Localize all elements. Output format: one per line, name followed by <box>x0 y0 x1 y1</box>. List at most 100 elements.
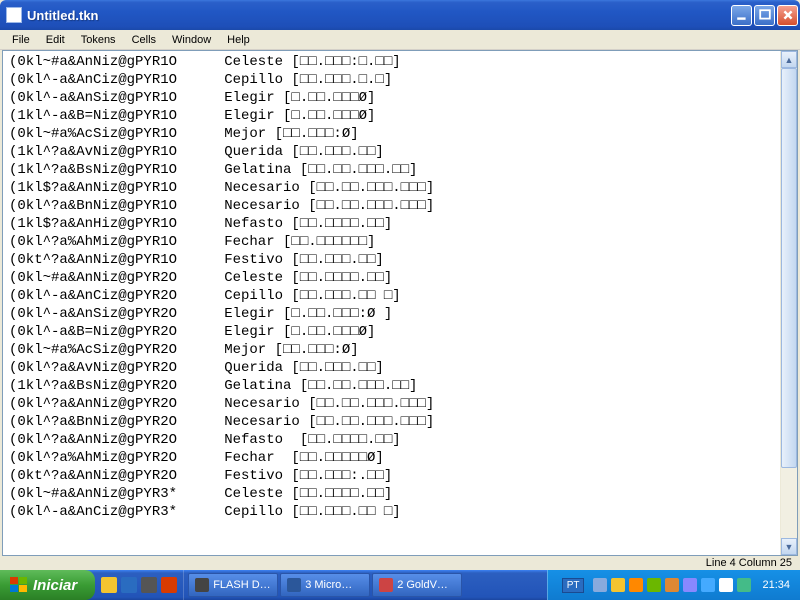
token-value: Necesario [□□.□□.□□□.□□□] <box>199 197 434 215</box>
text-line: (0kl^?a%AhMiz@gPYR1O Fechar [□□.□□□□□□] <box>9 233 774 251</box>
taskbar-item[interactable]: 2 GoldV… <box>372 573 462 597</box>
taskbar-item[interactable]: 3 Micro… <box>280 573 370 597</box>
windows-logo-icon <box>10 577 28 593</box>
text-line: (0kl^-a&AnCiz@gPYR2O Cepillo [□□.□□□.□□ … <box>9 287 774 305</box>
token-code: (1kl^?a&BsNiz@gPYR2O <box>9 377 199 395</box>
task-label: FLASH D… <box>213 579 270 591</box>
text-line: (0kl^-a&AnSiz@gPYR2O Elegir [□.□□.□□□:Ø … <box>9 305 774 323</box>
token-code: (0kt^?a&AnNiz@gPYR2O <box>9 467 199 485</box>
menu-help[interactable]: Help <box>219 32 258 48</box>
tray-icon[interactable] <box>647 578 661 592</box>
quick-launch-icon[interactable] <box>101 577 117 593</box>
text-line: (1kl$?a&AnHiz@gPYR1O Nefasto [□□.□□□□.□□… <box>9 215 774 233</box>
minimize-button[interactable] <box>731 5 752 26</box>
token-value: Necesario [□□.□□.□□□.□□□] <box>199 179 434 197</box>
clock: 21:34 <box>762 579 790 591</box>
text-line: (0kl~#a&AnNiz@gPYR2O Celeste [□□.□□□□.□□… <box>9 269 774 287</box>
token-code: (0kl^?a&AnNiz@gPYR2O <box>9 431 199 449</box>
token-code: (0kl~#a%AcSiz@gPYR2O <box>9 341 199 359</box>
task-app-icon <box>287 578 301 592</box>
maximize-button[interactable] <box>754 5 775 26</box>
text-line: (0kt^?a&AnNiz@gPYR2O Festivo [□□.□□□:.□□… <box>9 467 774 485</box>
token-code: (0kl~#a&AnNiz@gPYR1O <box>9 53 199 71</box>
task-app-icon <box>195 578 209 592</box>
text-line: (0kl~#a&AnNiz@gPYR3* Celeste [□□.□□□□.□□… <box>9 485 774 503</box>
text-line: (0kl^?a&BnNiz@gPYR1O Necesario [□□.□□.□□… <box>9 197 774 215</box>
text-line: (0kl^?a&BnNiz@gPYR2O Necesario [□□.□□.□□… <box>9 413 774 431</box>
text-line: (0kl~#a%AcSiz@gPYR2O Mejor [□□.□□□:Ø] <box>9 341 774 359</box>
quick-launch-icon[interactable] <box>161 577 177 593</box>
task-label: 2 GoldV… <box>397 579 448 591</box>
close-button[interactable] <box>777 5 798 26</box>
text-line: (1kl$?a&AnNiz@gPYR1O Necesario [□□.□□.□□… <box>9 179 774 197</box>
language-indicator[interactable]: PT <box>562 578 585 593</box>
menu-file[interactable]: File <box>4 32 38 48</box>
tray-icon[interactable] <box>665 578 679 592</box>
text-line: (0kt^?a&AnNiz@gPYR1O Festivo [□□.□□□.□□] <box>9 251 774 269</box>
token-value: Celeste [□□.□□□□.□□] <box>199 485 392 503</box>
tray-icon[interactable] <box>719 578 733 592</box>
quick-launch-icon[interactable] <box>141 577 157 593</box>
scroll-down-button[interactable]: ▼ <box>781 538 797 555</box>
tray-icon[interactable] <box>593 578 607 592</box>
scroll-thumb[interactable] <box>781 68 797 468</box>
tray-icon[interactable] <box>611 578 625 592</box>
token-value: Gelatina [□□.□□.□□□.□□] <box>199 377 417 395</box>
token-code: (0kl^?a&AvNiz@gPYR2O <box>9 359 199 377</box>
token-value: Cepillo [□□.□□□.□□ □] <box>199 287 401 305</box>
text-line: (0kl^-a&AnSiz@gPYR1O Elegir [□.□□.□□□Ø] <box>9 89 774 107</box>
text-line: (0kl^?a&AnNiz@gPYR2O Nefasto [□□.□□□□.□□… <box>9 431 774 449</box>
text-line: (0kl^?a%AhMiz@gPYR2O Fechar [□□.□□□□□Ø] <box>9 449 774 467</box>
task-label: 3 Micro… <box>305 579 352 591</box>
token-value: Querida [□□.□□□.□□] <box>199 359 384 377</box>
statusbar: Line 4 Column 25 <box>2 556 798 570</box>
menu-cells[interactable]: Cells <box>124 32 164 48</box>
token-code: (0kl^-a&B=Niz@gPYR2O <box>9 323 199 341</box>
tray-icon[interactable] <box>737 578 751 592</box>
token-value: Necesario [□□.□□.□□□.□□□] <box>199 413 434 431</box>
tray-icon[interactable] <box>701 578 715 592</box>
scroll-track[interactable] <box>781 68 797 538</box>
token-code: (1kl$?a&AnNiz@gPYR1O <box>9 179 199 197</box>
token-value: Celeste [□□.□□□□.□□] <box>199 269 392 287</box>
start-button[interactable]: Iniciar <box>0 570 95 600</box>
taskbar: Iniciar FLASH D… 3 Micro… 2 GoldV… PT 21:3… <box>0 570 800 600</box>
window-controls <box>731 5 798 26</box>
token-code: (0kl^?a&BnNiz@gPYR2O <box>9 413 199 431</box>
token-code: (1kl^?a&BsNiz@gPYR1O <box>9 161 199 179</box>
token-value: Celeste [□□.□□□:□.□□] <box>199 53 401 71</box>
taskbar-item[interactable]: FLASH D… <box>188 573 278 597</box>
token-value: Cepillo [□□.□□□.□.□] <box>199 71 392 89</box>
text-line: (1kl^-a&B=Niz@gPYR1O Elegir [□.□□.□□□Ø] <box>9 107 774 125</box>
token-code: (0kl^-a&AnSiz@gPYR2O <box>9 305 199 323</box>
token-value: Cepillo [□□.□□□.□□ □] <box>199 503 401 521</box>
system-tray: PT 21:34 <box>547 570 800 600</box>
text-line: (0kl~#a&AnNiz@gPYR1O Celeste [□□.□□□:□.□… <box>9 53 774 71</box>
vertical-scrollbar[interactable]: ▲ ▼ <box>780 51 797 555</box>
text-content[interactable]: (0kl~#a&AnNiz@gPYR1O Celeste [□□.□□□:□.□… <box>3 51 780 555</box>
chevron-up-icon: ▲ <box>785 55 794 65</box>
token-value: Fechar [□□.□□□□□□] <box>199 233 375 251</box>
cursor-position: Line 4 Column 25 <box>706 557 792 569</box>
tray-icon[interactable] <box>683 578 697 592</box>
token-code: (0kl^?a%AhMiz@gPYR1O <box>9 233 199 251</box>
token-value: Festivo [□□.□□□:.□□] <box>199 467 392 485</box>
text-line: (1kl^?a&AvNiz@gPYR1O Querida [□□.□□□.□□] <box>9 143 774 161</box>
menu-window[interactable]: Window <box>164 32 219 48</box>
token-code: (0kl^?a%AhMiz@gPYR2O <box>9 449 199 467</box>
scroll-up-button[interactable]: ▲ <box>781 51 797 68</box>
text-line: (1kl^?a&BsNiz@gPYR2O Gelatina [□□.□□.□□□… <box>9 377 774 395</box>
editor-area: (0kl~#a&AnNiz@gPYR1O Celeste [□□.□□□:□.□… <box>2 50 798 556</box>
text-line: (0kl^-a&B=Niz@gPYR2O Elegir [□.□□.□□□Ø] <box>9 323 774 341</box>
menu-tokens[interactable]: Tokens <box>73 32 124 48</box>
token-value: Mejor [□□.□□□:Ø] <box>199 125 359 143</box>
quick-launch <box>95 570 184 600</box>
token-code: (0kl^-a&AnCiz@gPYR2O <box>9 287 199 305</box>
titlebar: Untitled.tkn <box>0 0 800 30</box>
tray-icon[interactable] <box>629 578 643 592</box>
window-title: Untitled.tkn <box>27 8 731 23</box>
token-code: (1kl$?a&AnHiz@gPYR1O <box>9 215 199 233</box>
token-code: (0kt^?a&AnNiz@gPYR1O <box>9 251 199 269</box>
menu-edit[interactable]: Edit <box>38 32 73 48</box>
quick-launch-icon[interactable] <box>121 577 137 593</box>
